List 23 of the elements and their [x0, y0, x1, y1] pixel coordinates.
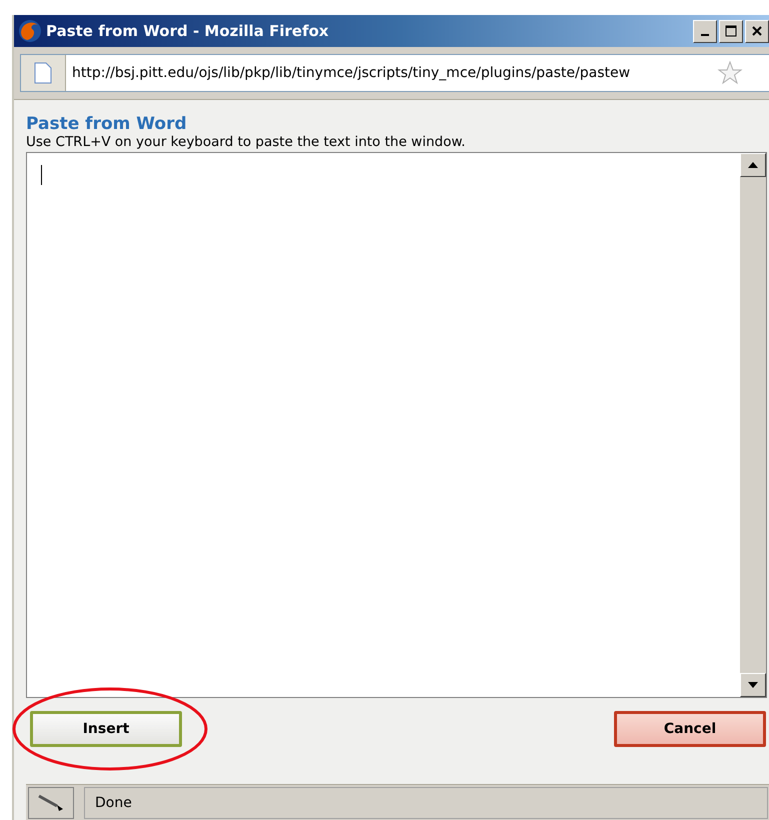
page-icon — [34, 62, 52, 84]
insert-button[interactable]: Insert — [30, 711, 182, 747]
minimize-icon — [701, 34, 709, 36]
down-arrow-icon — [748, 682, 758, 688]
dialog-heading: Paste from Word — [26, 114, 187, 134]
status-text: Done — [95, 794, 132, 810]
pen-icon — [37, 794, 65, 812]
maximize-icon — [725, 25, 737, 37]
scrollbar[interactable] — [740, 153, 766, 697]
browser-logo-icon — [18, 19, 42, 43]
window-title: Paste from Word - Mozilla Firefox — [46, 22, 330, 40]
up-arrow-icon — [748, 162, 758, 168]
star-icon[interactable] — [717, 60, 743, 86]
minimize-button[interactable] — [693, 20, 717, 42]
instruction-text: Use CTRL+V on your keyboard to paste the text into the window. — [26, 134, 466, 150]
close-button[interactable] — [745, 20, 769, 42]
scroll-up-button[interactable] — [740, 153, 766, 177]
text-cursor — [41, 165, 42, 185]
close-icon — [752, 26, 762, 36]
cancel-button[interactable]: Cancel — [614, 711, 766, 747]
address-field[interactable]: http://bsj.pitt.edu/ojs/lib/pkp/lib/tinymce/jscripts/tiny_mce/plugins/paste/pastew — [20, 54, 769, 92]
maximize-button[interactable] — [719, 20, 743, 42]
scroll-down-button[interactable] — [740, 673, 766, 697]
